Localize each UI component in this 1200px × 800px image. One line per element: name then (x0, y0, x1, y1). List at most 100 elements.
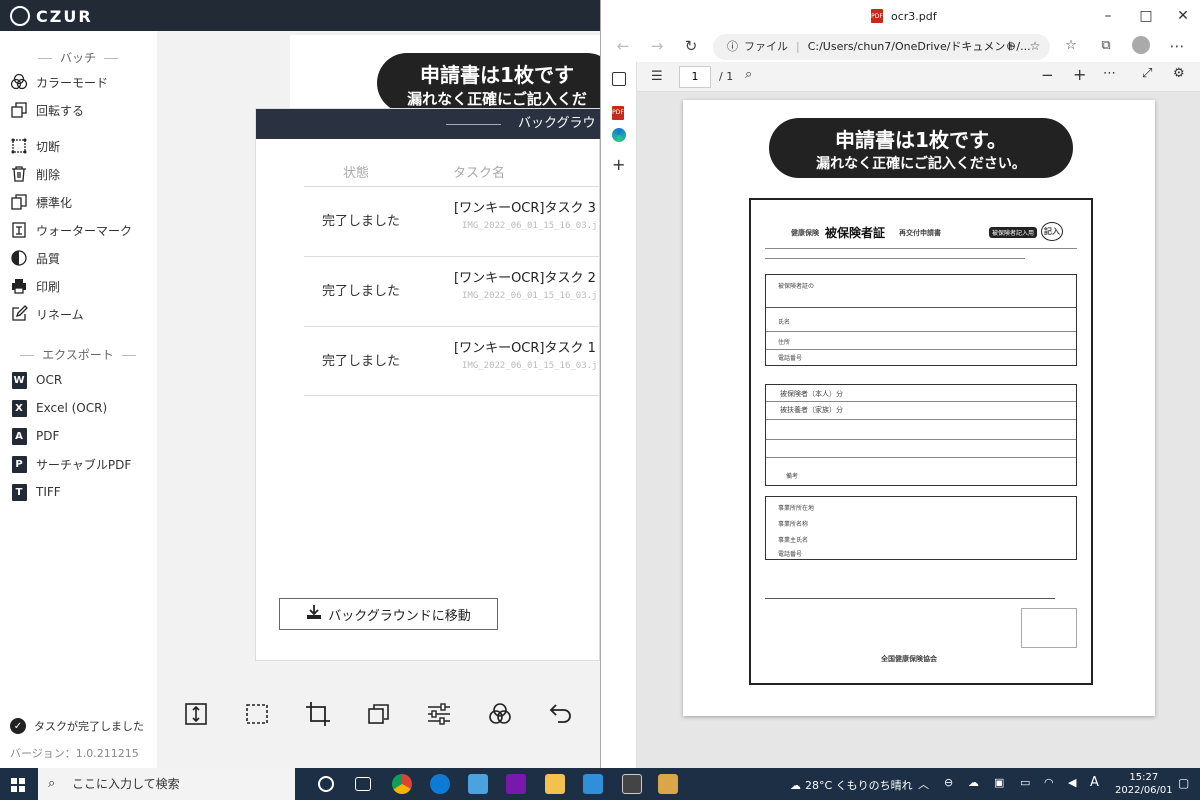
taskbar-search[interactable]: ⌕ ここに入力して検索 (38, 768, 295, 800)
more-menu-icon[interactable]: ⋯ (1167, 36, 1187, 56)
sidebar-item-label: 削除 (36, 167, 61, 182)
favorites-icon[interactable]: ☆ (1061, 36, 1081, 56)
form-label: 住所 (778, 339, 791, 346)
sidebar-item-searchable-pdf[interactable]: P サーチャブルPDF (10, 452, 150, 476)
sidebar-item-color-mode[interactable]: カラーモード (10, 70, 150, 94)
sidebar-item-label: Excel (OCR) (36, 401, 108, 415)
page-total: / 1 (719, 70, 734, 83)
form-section-employer: 事業所所在地 事業所名称 事業主氏名 電話番号 (765, 496, 1077, 560)
crop-tool[interactable] (304, 700, 332, 728)
sidebar: バッチ カラーモード 回転する 切断 削除 標準化 ウォーターマーク 品質 印刷… (0, 31, 157, 768)
cortana-icon[interactable] (318, 776, 334, 792)
sidebar-item-tiff[interactable]: T TIFF (10, 480, 150, 504)
maximize-button[interactable]: □ (1136, 8, 1156, 24)
dialog-title: バックグラウ (256, 109, 601, 139)
form-label: 備考 (786, 473, 799, 480)
close-button[interactable]: ✕ (1173, 8, 1193, 24)
back-button[interactable]: ← (613, 36, 633, 56)
select-tool[interactable] (243, 700, 271, 728)
task-status: ✓ タスクが完了しました (10, 718, 144, 734)
edge-taskbar-icon[interactable] (430, 774, 450, 794)
onedrive-icon[interactable]: ☁ (968, 776, 979, 789)
ime-indicator[interactable]: A (1090, 775, 1099, 790)
refresh-button[interactable]: ↻ (681, 36, 701, 56)
chrome-icon[interactable] (392, 774, 412, 794)
fit-height-tool[interactable] (182, 700, 210, 728)
chevron-up-icon[interactable]: ︿ (918, 776, 929, 792)
table-row: 完了しました [ワンキーOCR]タスク 1 IMG_2022_06_01_15_… (304, 326, 601, 396)
sidebar-item-rotate[interactable]: 回転する (10, 98, 150, 122)
form-prefix: 健康保険 (791, 229, 819, 237)
app-icon[interactable] (658, 774, 678, 794)
form-label: 事業所名称 (778, 521, 809, 528)
fullscreen-icon[interactable]: ⤢ (1142, 66, 1152, 81)
preview-banner-line2: 漏れなく正確にご記入くだ (407, 90, 587, 108)
table-row: 完了しました [ワンキーOCR]タスク 2 IMG_2022_06_01_15_… (304, 256, 601, 326)
weather-widget[interactable]: ☁ 28°C くもりのち晴れ (790, 777, 913, 793)
tab-title[interactable]: PDF ocr3.pdf (871, 9, 937, 23)
more-tools-icon[interactable]: ⋯ (1103, 66, 1116, 81)
rotate-tool[interactable] (365, 700, 393, 728)
excel-icon: X (10, 399, 28, 417)
sidebar-item-crop[interactable]: 切断 (10, 134, 150, 158)
windows-start-icon[interactable] (11, 777, 25, 792)
sidebar-item-watermark[interactable]: ウォーターマーク (10, 218, 150, 242)
photos-icon[interactable] (583, 774, 603, 794)
pdf-viewer[interactable]: 申請書は1枚です。 漏れなく正確にご記入ください。 健康保険 被保険者証 再交付… (637, 92, 1200, 768)
display-icon[interactable]: ▣ (994, 776, 1004, 789)
czur-taskbar-icon[interactable] (622, 774, 642, 794)
add-tab-icon[interactable]: + (612, 155, 625, 174)
favorite-add-icon[interactable]: ☆ (1025, 36, 1045, 56)
onenote-icon[interactable] (506, 774, 526, 794)
task-status-cell: 完了しました (322, 214, 401, 229)
wifi-icon[interactable]: ◠ (1044, 776, 1054, 789)
czur-title-bar: CZUR (0, 0, 600, 31)
sidebar-item-print[interactable]: 印刷 (10, 274, 150, 298)
form-stamp-box (1021, 608, 1077, 648)
battery-icon[interactable]: ▭ (1020, 776, 1030, 789)
settings-gear-icon[interactable]: ⚙ (1173, 66, 1185, 81)
app-icon[interactable] (468, 774, 488, 794)
clock[interactable]: 15:27 2022/06/01 (1115, 771, 1173, 797)
volume-icon[interactable]: ◀ (1068, 776, 1076, 789)
address-bar[interactable]: ⓘ ファイル | C:/Users/chun7/OneDrive/ドキュメント/... (713, 34, 1050, 60)
contents-list-icon[interactable]: ☰ (651, 69, 663, 84)
network-icon[interactable]: ⊖ (944, 776, 953, 789)
undo-tool[interactable] (547, 700, 575, 728)
sidebar-item-pdf[interactable]: A PDF (10, 424, 150, 448)
move-button-label: バックグラウンドに移動 (328, 608, 471, 624)
sidebar-item-ocr[interactable]: W OCR (10, 368, 150, 392)
forward-button[interactable]: → (647, 36, 667, 56)
sidebar-item-label: カラーモード (36, 75, 109, 90)
form-label: 被扶養者（家族）分 (780, 406, 843, 414)
tab-actions-icon[interactable] (612, 72, 626, 86)
form-footer-org: 全国健康保険協会 (881, 655, 937, 663)
zoom-icon[interactable]: ⊕ (1001, 36, 1021, 56)
document-preview[interactable]: 申請書は1枚です 漏れなく正確にご記入くだ (290, 35, 600, 110)
pdf-tab-icon[interactable]: PDF (612, 99, 624, 120)
sidebar-item-quality[interactable]: 品質 (10, 246, 150, 270)
notification-icon[interactable]: ▢ (1178, 776, 1189, 790)
move-to-background-button[interactable]: バックグラウンドに移動 (279, 598, 498, 630)
zoom-in-button[interactable]: + (1073, 65, 1086, 84)
adjust-tool[interactable] (425, 700, 453, 728)
edge-logo-icon[interactable] (612, 128, 626, 142)
profile-avatar[interactable] (1131, 36, 1151, 56)
edge-sidebar: PDF + (601, 62, 637, 768)
pdf-file-icon: PDF (871, 9, 883, 23)
sidebar-item-standardize[interactable]: 標準化 (10, 190, 150, 214)
search-icon[interactable]: ⌕ (745, 67, 752, 82)
sidebar-item-delete[interactable]: 削除 (10, 162, 150, 186)
zoom-out-button[interactable]: − (1041, 66, 1054, 84)
collections-icon[interactable]: ⧉ (1096, 36, 1116, 56)
address-scheme-label: ファイル (744, 40, 788, 53)
minimize-button[interactable]: – (1098, 8, 1118, 24)
sidebar-item-rename[interactable]: リネーム (10, 302, 150, 326)
crop-icon (10, 137, 28, 155)
page-number-input[interactable]: 1 (679, 66, 711, 88)
color-tool[interactable] (486, 700, 514, 728)
cloud-icon: ☁ (790, 779, 801, 792)
task-view-icon[interactable] (355, 777, 371, 791)
sidebar-item-excel-ocr[interactable]: X Excel (OCR) (10, 396, 150, 420)
file-explorer-icon[interactable] (545, 774, 565, 794)
